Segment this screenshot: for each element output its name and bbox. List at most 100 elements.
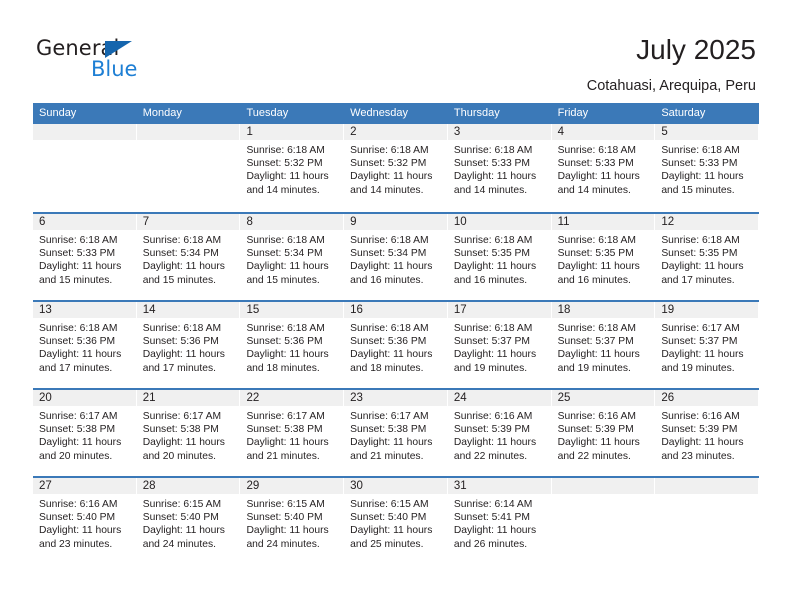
page-title: July 2025 <box>636 34 756 65</box>
calendar-day-cell[interactable]: 20 Sunrise: 6:17 AM Sunset: 5:38 PM Dayligh… <box>33 390 137 476</box>
day-sun-info: Sunrise: 6:18 AM Sunset: 5:35 PM Daylight:… <box>552 230 656 287</box>
day-number: 29 <box>240 478 344 494</box>
sunset-text: Sunset: 5:38 PM <box>246 424 323 436</box>
day-sun-info: Sunrise: 6:18 AM Sunset: 5:33 PM Daylight:… <box>448 140 552 197</box>
calendar-day-cell[interactable]: 31 Sunrise: 6:14 AM Sunset: 5:41 PM Dayligh… <box>447 478 552 564</box>
calendar-day-cell[interactable]: 25 Sunrise: 6:16 AM Sunset: 5:39 PM Dayligh… <box>551 390 656 476</box>
sunrise-text: Sunrise: 6:18 AM <box>453 145 533 156</box>
day-number: 9 <box>344 214 447 230</box>
calendar-day-cell[interactable]: 1 Sunrise: 6:18 AM Sunset: 5:32 PM Daylight… <box>240 124 344 212</box>
calendar-day-cell-empty <box>655 478 759 564</box>
sunset-text: Sunset: 5:39 PM <box>661 424 738 436</box>
daylight-text: Daylight: 11 hours and 21 minutes. <box>246 437 329 462</box>
daylight-text: Daylight: 11 hours and 22 minutes. <box>453 437 537 462</box>
day-number: 22 <box>240 390 344 406</box>
sunrise-text: Sunrise: 6:16 AM <box>453 411 533 422</box>
calendar-day-cell[interactable]: 13 Sunrise: 6:18 AM Sunset: 5:36 PM Dayligh… <box>33 302 137 388</box>
daylight-text: Daylight: 11 hours and 15 minutes. <box>661 171 744 196</box>
calendar-week-row: 6 Sunrise: 6:18 AM Sunset: 5:33 PM Daylight… <box>33 212 759 300</box>
calendar-day-cell[interactable]: 18 Sunrise: 6:18 AM Sunset: 5:37 PM Dayligh… <box>551 302 656 388</box>
day-number: 12 <box>655 214 759 230</box>
calendar-day-cell-empty <box>551 478 656 564</box>
day-number: 27 <box>33 478 136 494</box>
sunset-text: Sunset: 5:33 PM <box>39 248 116 260</box>
calendar-day-cell[interactable]: 10 Sunrise: 6:18 AM Sunset: 5:35 PM Dayligh… <box>447 214 552 300</box>
calendar-week-row: 27 Sunrise: 6:16 AM Sunset: 5:40 PM Dayligh… <box>33 476 759 564</box>
calendar-day-cell[interactable]: 16 Sunrise: 6:18 AM Sunset: 5:36 PM Dayligh… <box>344 302 448 388</box>
calendar-day-cell[interactable]: 22 Sunrise: 6:17 AM Sunset: 5:38 PM Dayligh… <box>240 390 344 476</box>
calendar-day-cell[interactable]: 19 Sunrise: 6:17 AM Sunset: 5:37 PM Dayligh… <box>655 302 759 388</box>
general-blue-logo[interactable]: General Blue <box>36 36 236 88</box>
day-sun-info: Sunrise: 6:18 AM Sunset: 5:33 PM Daylight:… <box>552 140 656 197</box>
day-number: 10 <box>447 214 551 230</box>
calendar-day-cell[interactable]: 2 Sunrise: 6:18 AM Sunset: 5:32 PM Daylight… <box>344 124 448 212</box>
calendar-day-cell[interactable]: 29 Sunrise: 6:15 AM Sunset: 5:40 PM Dayligh… <box>240 478 344 564</box>
sunrise-text: Sunrise: 6:18 AM <box>350 235 429 246</box>
daylight-text: Daylight: 11 hours and 16 minutes. <box>557 261 640 286</box>
sunset-text: Sunset: 5:40 PM <box>350 512 427 524</box>
weekday-header-thursday: Thursday <box>453 107 500 119</box>
weekday-header-monday: Monday <box>142 107 182 119</box>
day-sun-info: Sunrise: 6:16 AM Sunset: 5:39 PM Daylight:… <box>552 406 656 463</box>
daylight-text: Daylight: 11 hours and 14 minutes. <box>246 171 329 196</box>
sunset-text: Sunset: 5:40 PM <box>39 512 116 524</box>
calendar-day-cell[interactable]: 7 Sunrise: 6:18 AM Sunset: 5:34 PM Daylight… <box>136 214 241 300</box>
day-number: 31 <box>447 478 551 494</box>
daylight-text: Daylight: 11 hours and 19 minutes. <box>453 349 537 374</box>
sunrise-text: Sunrise: 6:14 AM <box>453 499 533 510</box>
calendar-day-cell[interactable]: 28 Sunrise: 6:15 AM Sunset: 5:40 PM Dayligh… <box>136 478 241 564</box>
day-sun-info: Sunrise: 6:16 AM Sunset: 5:40 PM Daylight:… <box>33 494 137 551</box>
calendar-day-cell[interactable]: 23 Sunrise: 6:17 AM Sunset: 5:38 PM Dayligh… <box>344 390 448 476</box>
sunrise-text: Sunrise: 6:15 AM <box>246 499 325 510</box>
day-sun-info: Sunrise: 6:18 AM Sunset: 5:32 PM Daylight:… <box>344 140 448 197</box>
sunrise-text: Sunrise: 6:16 AM <box>661 411 740 422</box>
calendar-day-cell[interactable]: 4 Sunrise: 6:18 AM Sunset: 5:33 PM Daylight… <box>551 124 656 212</box>
calendar-day-cell[interactable]: 8 Sunrise: 6:18 AM Sunset: 5:34 PM Daylight… <box>240 214 344 300</box>
calendar-day-cell[interactable]: 24 Sunrise: 6:16 AM Sunset: 5:39 PM Dayligh… <box>447 390 552 476</box>
sunrise-text: Sunrise: 6:16 AM <box>557 411 637 422</box>
day-number: 17 <box>447 302 551 318</box>
day-number: 21 <box>136 390 240 406</box>
calendar-day-cell[interactable]: 17 Sunrise: 6:18 AM Sunset: 5:37 PM Dayligh… <box>447 302 552 388</box>
day-number: 14 <box>136 302 240 318</box>
daylight-text: Daylight: 11 hours and 14 minutes. <box>453 171 537 196</box>
calendar-day-cell[interactable]: 27 Sunrise: 6:16 AM Sunset: 5:40 PM Dayligh… <box>33 478 137 564</box>
sunrise-text: Sunrise: 6:18 AM <box>557 323 637 334</box>
sunset-text: Sunset: 5:40 PM <box>246 512 323 524</box>
daylight-text: Daylight: 11 hours and 17 minutes. <box>661 261 744 286</box>
day-number <box>655 478 759 494</box>
day-sun-info: Sunrise: 6:17 AM Sunset: 5:38 PM Daylight:… <box>344 406 448 463</box>
day-sun-info: Sunrise: 6:18 AM Sunset: 5:36 PM Daylight:… <box>33 318 137 375</box>
sunset-text: Sunset: 5:37 PM <box>557 336 634 348</box>
calendar-day-cell[interactable]: 30 Sunrise: 6:15 AM Sunset: 5:40 PM Dayligh… <box>344 478 448 564</box>
weekday-header-tuesday: Tuesday <box>246 107 289 119</box>
sunrise-text: Sunrise: 6:18 AM <box>142 235 222 246</box>
logo-text-blue: Blue <box>91 57 138 81</box>
daylight-text: Daylight: 11 hours and 18 minutes. <box>350 349 433 374</box>
calendar-day-cell[interactable]: 14 Sunrise: 6:18 AM Sunset: 5:36 PM Dayligh… <box>136 302 241 388</box>
calendar-day-cell[interactable]: 5 Sunrise: 6:18 AM Sunset: 5:33 PM Daylight… <box>655 124 759 212</box>
day-sun-info: Sunrise: 6:15 AM Sunset: 5:40 PM Daylight:… <box>240 494 344 551</box>
day-sun-info: Sunrise: 6:18 AM Sunset: 5:37 PM Daylight:… <box>448 318 552 375</box>
day-number: 5 <box>655 124 759 140</box>
calendar-day-cell[interactable]: 12 Sunrise: 6:18 AM Sunset: 5:35 PM Dayligh… <box>655 214 759 300</box>
day-number: 4 <box>551 124 655 140</box>
calendar-day-cell[interactable]: 6 Sunrise: 6:18 AM Sunset: 5:33 PM Daylight… <box>33 214 137 300</box>
day-sun-info: Sunrise: 6:18 AM Sunset: 5:37 PM Daylight:… <box>552 318 656 375</box>
daylight-text: Daylight: 11 hours and 24 minutes. <box>246 525 329 550</box>
day-sun-info: Sunrise: 6:18 AM Sunset: 5:34 PM Daylight:… <box>137 230 241 287</box>
calendar-day-cell[interactable]: 15 Sunrise: 6:18 AM Sunset: 5:36 PM Dayligh… <box>240 302 344 388</box>
day-number: 28 <box>136 478 240 494</box>
sunset-text: Sunset: 5:32 PM <box>350 158 427 170</box>
daylight-text: Daylight: 11 hours and 17 minutes. <box>142 349 225 374</box>
calendar-day-cell[interactable]: 26 Sunrise: 6:16 AM Sunset: 5:39 PM Dayligh… <box>655 390 759 476</box>
calendar-day-cell[interactable]: 11 Sunrise: 6:18 AM Sunset: 5:35 PM Dayligh… <box>551 214 656 300</box>
sunset-text: Sunset: 5:33 PM <box>661 158 738 170</box>
sunset-text: Sunset: 5:37 PM <box>453 336 531 348</box>
day-sun-info: Sunrise: 6:18 AM Sunset: 5:33 PM Daylight:… <box>655 140 759 197</box>
calendar-day-cell[interactable]: 9 Sunrise: 6:18 AM Sunset: 5:34 PM Daylight… <box>344 214 448 300</box>
calendar-day-cell[interactable]: 3 Sunrise: 6:18 AM Sunset: 5:33 PM Daylight… <box>447 124 552 212</box>
sunset-text: Sunset: 5:32 PM <box>246 158 323 170</box>
day-sun-info: Sunrise: 6:18 AM Sunset: 5:35 PM Daylight:… <box>448 230 552 287</box>
calendar-day-cell[interactable]: 21 Sunrise: 6:17 AM Sunset: 5:38 PM Dayligh… <box>136 390 241 476</box>
